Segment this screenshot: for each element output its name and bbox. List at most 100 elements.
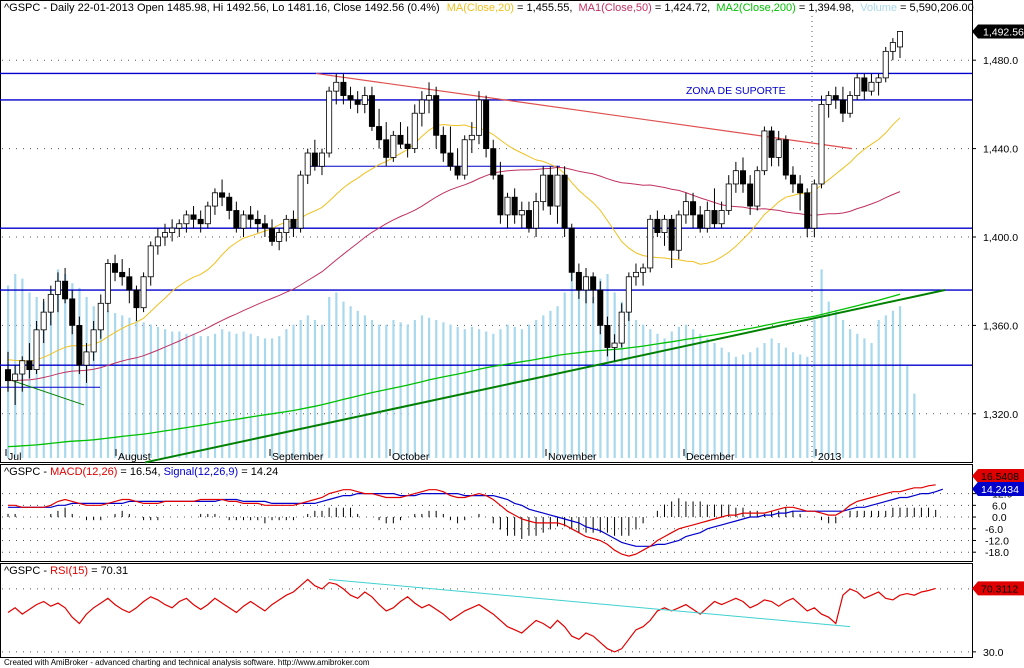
rsi-pane-frame bbox=[0, 563, 973, 658]
month-label-4: November bbox=[548, 451, 597, 463]
volume-bar bbox=[913, 393, 916, 458]
macd-header-signal-value: = 14.24 bbox=[238, 466, 278, 478]
candle-up bbox=[33, 329, 40, 371]
volume-bar bbox=[228, 331, 231, 458]
candle-down bbox=[454, 165, 461, 176]
volume-bar bbox=[420, 315, 424, 458]
candle-down bbox=[789, 174, 796, 185]
volume-bar bbox=[335, 292, 338, 458]
volume-bar bbox=[649, 329, 652, 458]
candle-up bbox=[725, 183, 732, 211]
candle-down bbox=[190, 214, 197, 220]
volume-bar bbox=[278, 336, 281, 458]
candle-up bbox=[169, 227, 176, 233]
volume-bar bbox=[356, 310, 359, 458]
volume-bar bbox=[692, 329, 695, 458]
candle-down bbox=[804, 192, 811, 229]
volume-bar bbox=[163, 329, 167, 458]
volume-bar bbox=[171, 331, 174, 458]
candle-down bbox=[525, 210, 532, 229]
volume-bar bbox=[135, 320, 138, 458]
macd-value-tag-label: 14.2434 bbox=[981, 484, 1019, 496]
header-ma50-label: MA1(Close,50) bbox=[578, 2, 651, 14]
volume-bar bbox=[720, 347, 723, 458]
volume-bar bbox=[406, 324, 409, 458]
volume-bar bbox=[756, 347, 759, 458]
candle-down bbox=[354, 99, 361, 105]
candle-down bbox=[839, 99, 846, 114]
candle-down bbox=[668, 218, 675, 251]
volume-bar bbox=[770, 338, 773, 458]
candle-up bbox=[647, 218, 654, 269]
candle-up bbox=[326, 90, 333, 154]
candle-down bbox=[497, 174, 504, 216]
candle-up bbox=[418, 99, 425, 114]
ma200-line bbox=[7, 293, 901, 448]
candle-up bbox=[54, 280, 61, 295]
candle-up bbox=[411, 112, 418, 149]
volume-bar bbox=[806, 356, 809, 458]
volume-bar bbox=[663, 338, 666, 458]
rsi-header-value: = 70.31 bbox=[88, 565, 128, 577]
candle-down bbox=[383, 139, 390, 158]
volume-bar bbox=[385, 324, 388, 458]
volume-bar bbox=[206, 336, 210, 458]
volume-bar bbox=[370, 320, 374, 458]
volume-bar bbox=[456, 326, 459, 458]
candle-down bbox=[690, 201, 697, 216]
volume-bar bbox=[784, 347, 788, 458]
candle-up bbox=[140, 276, 147, 309]
candle-down bbox=[404, 143, 411, 149]
candle-down bbox=[547, 174, 554, 207]
month-label-1: August bbox=[118, 451, 151, 463]
volume-bar bbox=[613, 292, 616, 458]
volume-bar bbox=[149, 324, 152, 458]
candle-up bbox=[854, 77, 861, 96]
volume-bar bbox=[727, 352, 730, 458]
candle-up bbox=[761, 130, 768, 172]
macd-header: ^GSPC - MACD(12,26) = 16.54, Signal(12,2… bbox=[4, 466, 278, 478]
volume-bar bbox=[856, 333, 859, 458]
credit-text: Created with AmiBroker - advanced charti… bbox=[4, 658, 370, 667]
candle-down bbox=[261, 223, 268, 229]
volume-bar bbox=[192, 333, 195, 458]
volume-bar bbox=[142, 322, 145, 458]
volume-bar bbox=[242, 331, 245, 458]
volume-bar bbox=[742, 354, 745, 458]
volume-bar bbox=[199, 336, 202, 458]
volume-bar bbox=[799, 354, 802, 458]
volume-bar bbox=[670, 331, 673, 458]
candle-down bbox=[654, 218, 661, 233]
volume-bar bbox=[349, 306, 352, 458]
macd-tick-label: -12.0 bbox=[985, 535, 1009, 547]
candle-up bbox=[83, 351, 90, 366]
volume-bar bbox=[299, 320, 302, 458]
candle-down bbox=[768, 130, 775, 158]
volume-bar bbox=[513, 326, 516, 458]
candle-up bbox=[811, 183, 818, 229]
candle-down bbox=[483, 99, 490, 150]
rsi-indicator bbox=[7, 578, 936, 653]
volume-bar bbox=[235, 333, 238, 458]
candle-up bbox=[19, 360, 26, 375]
volume-bar bbox=[535, 320, 538, 458]
candle-up bbox=[583, 276, 590, 291]
candle-down bbox=[861, 77, 868, 92]
header-volume-label: Volume bbox=[860, 2, 897, 14]
candle-up bbox=[889, 42, 896, 52]
candle-up bbox=[661, 218, 668, 233]
candle-up bbox=[468, 134, 475, 141]
candle-down bbox=[76, 324, 83, 366]
candle-up bbox=[682, 201, 689, 216]
volume-bar bbox=[877, 320, 880, 458]
candle-up bbox=[868, 81, 875, 92]
candle-down bbox=[69, 298, 76, 326]
candle-down bbox=[347, 95, 354, 101]
candle-down bbox=[561, 174, 568, 229]
candle-down bbox=[126, 276, 133, 291]
volume-bar bbox=[706, 338, 709, 458]
candle-up bbox=[12, 373, 19, 382]
candle-down bbox=[575, 271, 582, 291]
rsi-header-prefix: ^GSPC - bbox=[4, 565, 50, 577]
volume-bar bbox=[849, 329, 852, 458]
